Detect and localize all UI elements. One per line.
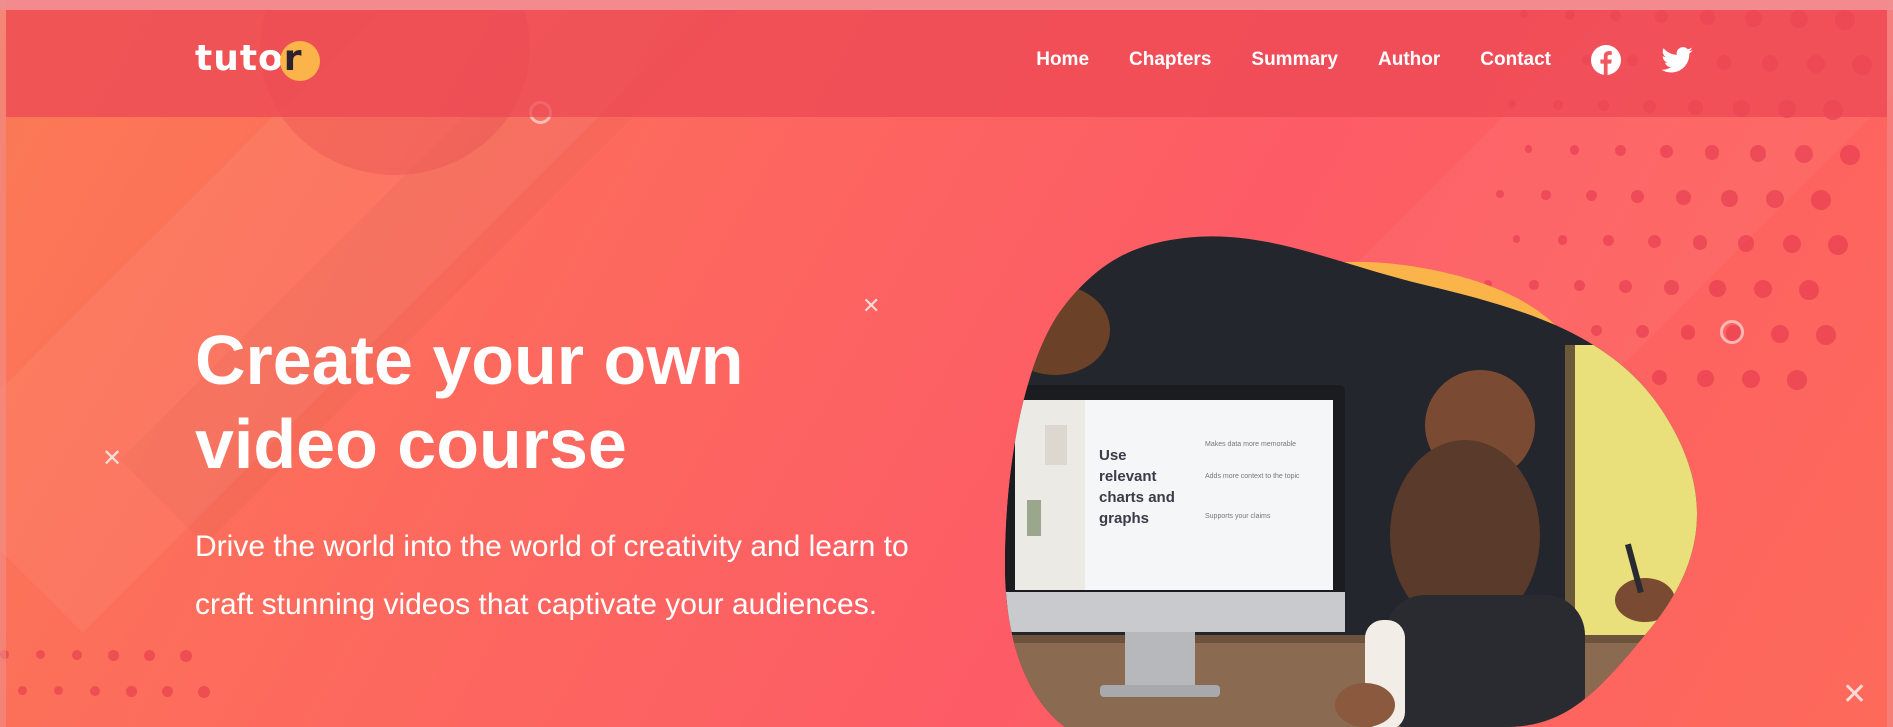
- hero-title: Create your own video course: [195, 321, 744, 483]
- decor-dot: [1737, 235, 1754, 252]
- decor-dot: [198, 686, 210, 698]
- window-top-border: [0, 0, 1893, 10]
- logo-accent-badge: r: [279, 37, 320, 81]
- decor-dot: [1766, 190, 1785, 209]
- hero-subtitle: Drive the world into the world of creati…: [195, 530, 909, 621]
- nav-link-home[interactable]: Home: [1036, 49, 1089, 71]
- decor-dot: [1839, 145, 1860, 165]
- decor-dot: [144, 650, 156, 662]
- logo-text: tuto: [195, 38, 284, 79]
- slide-bullet: Supports your claims: [1205, 513, 1271, 520]
- nav-link-chapters[interactable]: Chapters: [1129, 49, 1211, 71]
- decor-dot: [1631, 190, 1644, 203]
- decor-dot: [1704, 145, 1720, 160]
- decor-dot: [1586, 190, 1598, 202]
- decor-dot: [1659, 145, 1673, 158]
- decor-dot: [1815, 325, 1836, 345]
- decor-dot: [126, 686, 137, 697]
- decor-dot: [90, 686, 100, 696]
- dot-pattern-bottom-left: [0, 650, 240, 727]
- slide-bullet: Adds more context to the topic: [1205, 473, 1300, 480]
- main-nav: Home Chapters Summary Author Contact: [996, 45, 1693, 75]
- window-right-border: [1887, 0, 1893, 727]
- decor-dot: [1496, 190, 1504, 198]
- monitor-slide-bullets: Makes data more memorable Adds more cont…: [1205, 435, 1315, 522]
- decor-dot: [1754, 280, 1773, 299]
- decor-cross-icon: ✕: [102, 444, 123, 472]
- decor-dot: [108, 650, 119, 661]
- nav-link-contact[interactable]: Contact: [1480, 49, 1551, 71]
- decor-dot: [1541, 190, 1551, 200]
- decor-dot: [1794, 145, 1813, 164]
- decor-dot: [1811, 190, 1831, 210]
- decor-dot: [1742, 370, 1761, 389]
- twitter-icon[interactable]: [1661, 47, 1693, 73]
- decor-cross-icon: ✕: [1842, 677, 1868, 712]
- decor-dot: [1782, 235, 1801, 254]
- decor-dot: [1770, 325, 1789, 344]
- decor-dot: [18, 686, 27, 695]
- decor-dot: [162, 686, 174, 698]
- facebook-icon[interactable]: [1591, 45, 1621, 75]
- hero-illustration: Use relevant charts and graphs Makes dat…: [1005, 235, 1725, 727]
- decor-dot: [1827, 235, 1848, 255]
- decor-dot: [1787, 370, 1807, 390]
- decor-dot: [72, 650, 82, 660]
- landing-page: ✕ ✕ ✕ Use relevant charts and graphs Mak…: [0, 0, 1893, 727]
- decor-dot: [36, 650, 46, 660]
- decor-dot: [1569, 145, 1579, 155]
- decor-dot: [1524, 145, 1533, 153]
- slide-bullet: Makes data more memorable: [1205, 441, 1297, 448]
- tutor-logo[interactable]: tuto r: [195, 37, 320, 81]
- decor-dot: [180, 650, 192, 662]
- decor-dot: [54, 686, 64, 696]
- nav-link-summary[interactable]: Summary: [1251, 49, 1338, 71]
- decor-dot: [1721, 190, 1738, 207]
- decor-dot: [1799, 280, 1819, 300]
- decor-cross-icon: ✕: [862, 294, 881, 319]
- decor-dot: [1676, 190, 1691, 205]
- logo-accent-letter: r: [283, 38, 303, 79]
- nav-link-author[interactable]: Author: [1378, 49, 1440, 71]
- monitor-slide-heading: Use relevant charts and graphs: [1099, 447, 1175, 527]
- decor-dot: [1614, 145, 1626, 157]
- decor-dot: [1749, 145, 1766, 162]
